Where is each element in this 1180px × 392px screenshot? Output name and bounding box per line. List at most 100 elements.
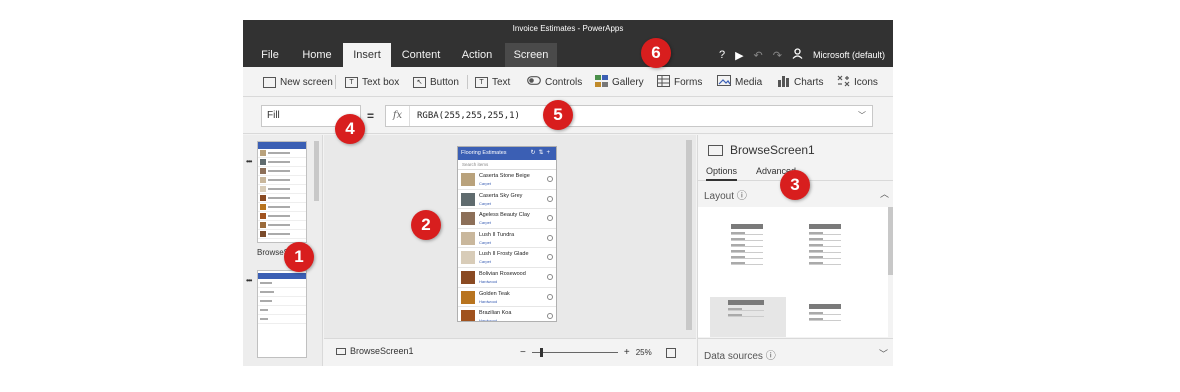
screen-thumbnail-detail[interactable]	[257, 270, 307, 358]
item-category: Carpet	[479, 181, 492, 186]
fx-icon: fx	[386, 106, 410, 126]
icons-icon	[837, 75, 850, 90]
tab-insert[interactable]: Insert	[343, 43, 391, 67]
gallery-item[interactable]: Caserta Stone Beige Carpet	[458, 170, 556, 190]
gallery-item[interactable]: Lush II Tundra Carpet	[458, 229, 556, 249]
ribbon-divider	[467, 75, 468, 89]
menu-right-group: ? ▶ ↶ ↷ Microsoft (default)	[719, 43, 885, 67]
tab-file[interactable]: File	[251, 43, 289, 67]
layout-option[interactable]	[806, 301, 844, 337]
thumbnail-row	[258, 203, 306, 212]
app-preview[interactable]: Flooring Estimates ↻⇅+ Search items Case…	[457, 146, 557, 322]
thumbnail-row	[258, 194, 306, 203]
thumbnail-row	[258, 167, 306, 176]
chevron-right-icon[interactable]	[547, 293, 553, 300]
item-thumbnail	[461, 251, 475, 265]
zoom-in-button[interactable]: +	[624, 347, 630, 358]
screen-thumbnail-browse[interactable]	[257, 141, 307, 243]
layout-option[interactable]	[728, 221, 766, 269]
gallery-item[interactable]: Bolivian Rosewood Hardwood	[458, 268, 556, 288]
zoom-slider-thumb[interactable]	[539, 348, 543, 357]
more-options-icon[interactable]: •••	[246, 276, 252, 285]
tab-action[interactable]: Action	[453, 43, 501, 67]
app-header-icons: ↻⇅+	[530, 150, 553, 156]
forms-button[interactable]: Forms	[657, 73, 702, 91]
chevron-up-icon[interactable]: ︿	[880, 187, 889, 200]
more-options-icon[interactable]: •••	[246, 157, 252, 166]
chevron-down-icon[interactable]: ﹀	[879, 347, 888, 360]
tab-home[interactable]: Home	[293, 43, 341, 67]
account-label[interactable]: Microsoft (default)	[813, 50, 885, 60]
text-box-label: Text box	[362, 76, 400, 88]
user-icon[interactable]	[792, 48, 803, 62]
thumbnail-row	[258, 279, 306, 288]
charts-label: Charts	[794, 76, 824, 88]
button-label: Button	[430, 76, 459, 88]
formula-input[interactable]: fx RGBA(255,255,255,1) ﹀	[385, 105, 873, 127]
icons-button[interactable]: Icons	[837, 73, 878, 91]
equals-sign: =	[367, 109, 375, 123]
layout-header	[728, 300, 764, 305]
current-screen[interactable]: BrowseScreen1	[336, 346, 414, 356]
chevron-right-icon[interactable]	[547, 313, 553, 320]
canvas-scrollbar[interactable]	[686, 140, 692, 330]
properties-scrollbar[interactable]	[888, 207, 893, 275]
item-category: Carpet	[479, 239, 492, 245]
controls-button[interactable]: Controls	[527, 73, 582, 91]
text-box-button[interactable]: T Text box	[345, 73, 399, 91]
callout-marker: 3	[780, 170, 810, 200]
gallery-item[interactable]: Golden Teak Hardwood	[458, 288, 556, 308]
gallery-item[interactable]: Caserta Sky Grey Carpet	[458, 190, 556, 210]
tab-options[interactable]: Options	[706, 166, 738, 181]
play-icon[interactable]: ▶	[735, 49, 743, 62]
button-button[interactable]: ↖ Button	[413, 73, 459, 91]
gallery-item[interactable]: Lush II Frosty Glade Carpet	[458, 248, 556, 268]
gallery-item[interactable]: Brazilian Koa Hardwood	[458, 307, 556, 322]
canvas-footer: BrowseScreen1 − + 25%	[324, 338, 696, 366]
chevron-right-icon[interactable]	[547, 254, 553, 261]
screens-scrollbar[interactable]	[314, 141, 319, 201]
item-title: Caserta Stone Beige	[479, 173, 530, 179]
charts-button[interactable]: Charts	[777, 73, 823, 91]
tab-screen[interactable]: Screen	[505, 43, 557, 67]
formula-value[interactable]: RGBA(255,255,255,1)	[417, 106, 520, 126]
thumbnail-row	[258, 288, 306, 297]
help-icon[interactable]: ?	[719, 49, 725, 61]
layout-option-selected[interactable]	[710, 297, 786, 337]
chevron-right-icon[interactable]	[547, 195, 553, 202]
thumbnail-row	[258, 306, 306, 315]
item-category: Hardwood	[479, 278, 498, 284]
app-header: Flooring Estimates ↻⇅+	[458, 147, 556, 160]
redo-icon[interactable]: ↷	[773, 49, 782, 62]
new-screen-button[interactable]: New screen	[263, 73, 333, 91]
app-search-box[interactable]: Search items	[458, 160, 556, 170]
gallery-button[interactable]: Gallery	[595, 73, 644, 91]
undo-icon[interactable]: ↶	[754, 49, 763, 62]
text-button[interactable]: T Text	[475, 73, 510, 91]
chevron-right-icon[interactable]	[547, 215, 553, 222]
chevron-right-icon[interactable]	[547, 273, 553, 280]
menu-bar: File Home Insert Content Action Screen ?…	[243, 40, 893, 67]
data-sources-section[interactable]: Data sources ⓘ ﹀	[698, 338, 893, 366]
app-header-title: Flooring Estimates	[461, 150, 507, 156]
thumbnail-row	[258, 315, 306, 324]
fit-to-window-icon[interactable]	[665, 347, 676, 358]
app-gallery[interactable]: Caserta Stone Beige Carpet Caserta Sky Gre…	[458, 170, 556, 322]
zoom-slider[interactable]	[531, 348, 618, 357]
chevron-right-icon[interactable]	[547, 176, 553, 182]
media-icon	[717, 75, 731, 89]
controls-label: Controls	[545, 76, 583, 88]
item-category: Hardwood	[479, 318, 498, 322]
layout-option[interactable]	[806, 221, 844, 269]
gallery-item[interactable]: Ageless Beauty Clay Carpet	[458, 209, 556, 229]
chevron-down-icon[interactable]: ﹀	[858, 106, 866, 126]
item-title: Brazilian Koa	[479, 310, 512, 317]
chevron-right-icon[interactable]	[547, 234, 553, 241]
gallery-label: Gallery	[612, 76, 644, 88]
zoom-out-button[interactable]: −	[520, 347, 526, 358]
media-button[interactable]: Media	[717, 73, 762, 91]
design-canvas[interactable]: Flooring Estimates ↻⇅+ Search items Case…	[324, 135, 696, 366]
tab-content[interactable]: Content	[393, 43, 449, 67]
item-thumbnail	[461, 270, 475, 284]
data-sources-text: Data sources	[704, 351, 763, 362]
